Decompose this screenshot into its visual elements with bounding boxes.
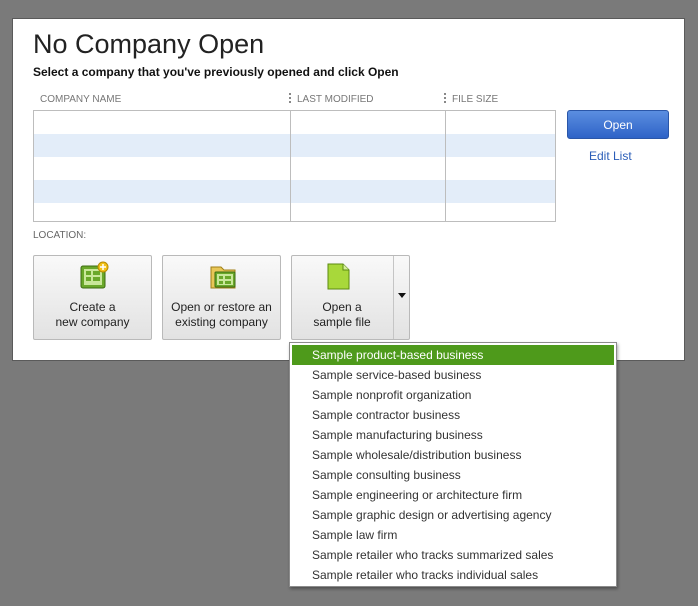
menu-item-sample-product[interactable]: Sample product-based business — [292, 345, 614, 365]
sample-file-menu: Sample product-based business Sample ser… — [289, 342, 617, 587]
menu-item-sample-consulting[interactable]: Sample consulting business — [292, 465, 614, 485]
table-row[interactable] — [34, 157, 555, 180]
no-company-open-dialog: No Company Open Select a company that yo… — [12, 18, 685, 361]
open-restore-company-button[interactable]: Open or restore an existing company — [162, 255, 281, 340]
location-label: LOCATION: — [33, 230, 87, 241]
table-header: COMPANY NAME LAST MODIFIED FILE SIZE — [33, 89, 540, 111]
restore-line1: Open or restore an — [171, 300, 272, 314]
menu-item-sample-graphic-design[interactable]: Sample graphic design or advertising age… — [292, 505, 614, 525]
menu-item-sample-nonprofit[interactable]: Sample nonprofit organization — [292, 385, 614, 405]
column-divider — [290, 111, 291, 221]
table-row[interactable] — [34, 111, 555, 134]
create-line2: new company — [55, 315, 130, 329]
menu-item-sample-service[interactable]: Sample service-based business — [292, 365, 614, 385]
sample-dropdown-toggle[interactable] — [393, 256, 410, 339]
column-file-size[interactable]: FILE SIZE — [452, 94, 498, 105]
company-table: COMPANY NAME LAST MODIFIED FILE SIZE — [33, 89, 556, 223]
sample-file-icon — [327, 263, 350, 290]
table-body[interactable] — [33, 110, 556, 222]
menu-item-sample-wholesale[interactable]: Sample wholesale/distribution business — [292, 445, 614, 465]
dropdown-arrow-icon — [398, 293, 406, 298]
create-company-icon — [80, 261, 109, 289]
menu-item-sample-engineering[interactable]: Sample engineering or architecture firm — [292, 485, 614, 505]
create-line1: Create a — [69, 300, 116, 314]
column-resize-handle[interactable] — [444, 93, 446, 105]
edit-list-link[interactable]: Edit List — [589, 149, 632, 163]
create-company-button[interactable]: Create a new company — [33, 255, 152, 340]
sample-line2: sample file — [313, 315, 371, 329]
dialog-subtitle: Select a company that you've previously … — [33, 65, 399, 79]
sample-line1: Open a — [322, 300, 362, 314]
menu-item-sample-manufacturing[interactable]: Sample manufacturing business — [292, 425, 614, 445]
table-row[interactable] — [34, 134, 555, 157]
menu-item-sample-retailer-individual[interactable]: Sample retailer who tracks individual sa… — [292, 565, 614, 585]
column-company-name[interactable]: COMPANY NAME — [40, 94, 121, 105]
menu-item-sample-law-firm[interactable]: Sample law firm — [292, 525, 614, 545]
dialog-title: No Company Open — [33, 29, 265, 59]
column-resize-handle[interactable] — [289, 93, 291, 105]
menu-item-sample-retailer-summarized[interactable]: Sample retailer who tracks summarized sa… — [292, 545, 614, 565]
table-row[interactable] — [34, 203, 555, 221]
open-sample-file-button[interactable]: Open a sample file — [291, 255, 410, 340]
menu-item-sample-contractor[interactable]: Sample contractor business — [292, 405, 614, 425]
column-divider — [445, 111, 446, 221]
restore-line2: existing company — [175, 315, 268, 329]
column-last-modified[interactable]: LAST MODIFIED — [297, 94, 374, 105]
table-row[interactable] — [34, 180, 555, 203]
open-button[interactable]: Open — [567, 110, 669, 139]
open-restore-icon — [210, 266, 236, 289]
